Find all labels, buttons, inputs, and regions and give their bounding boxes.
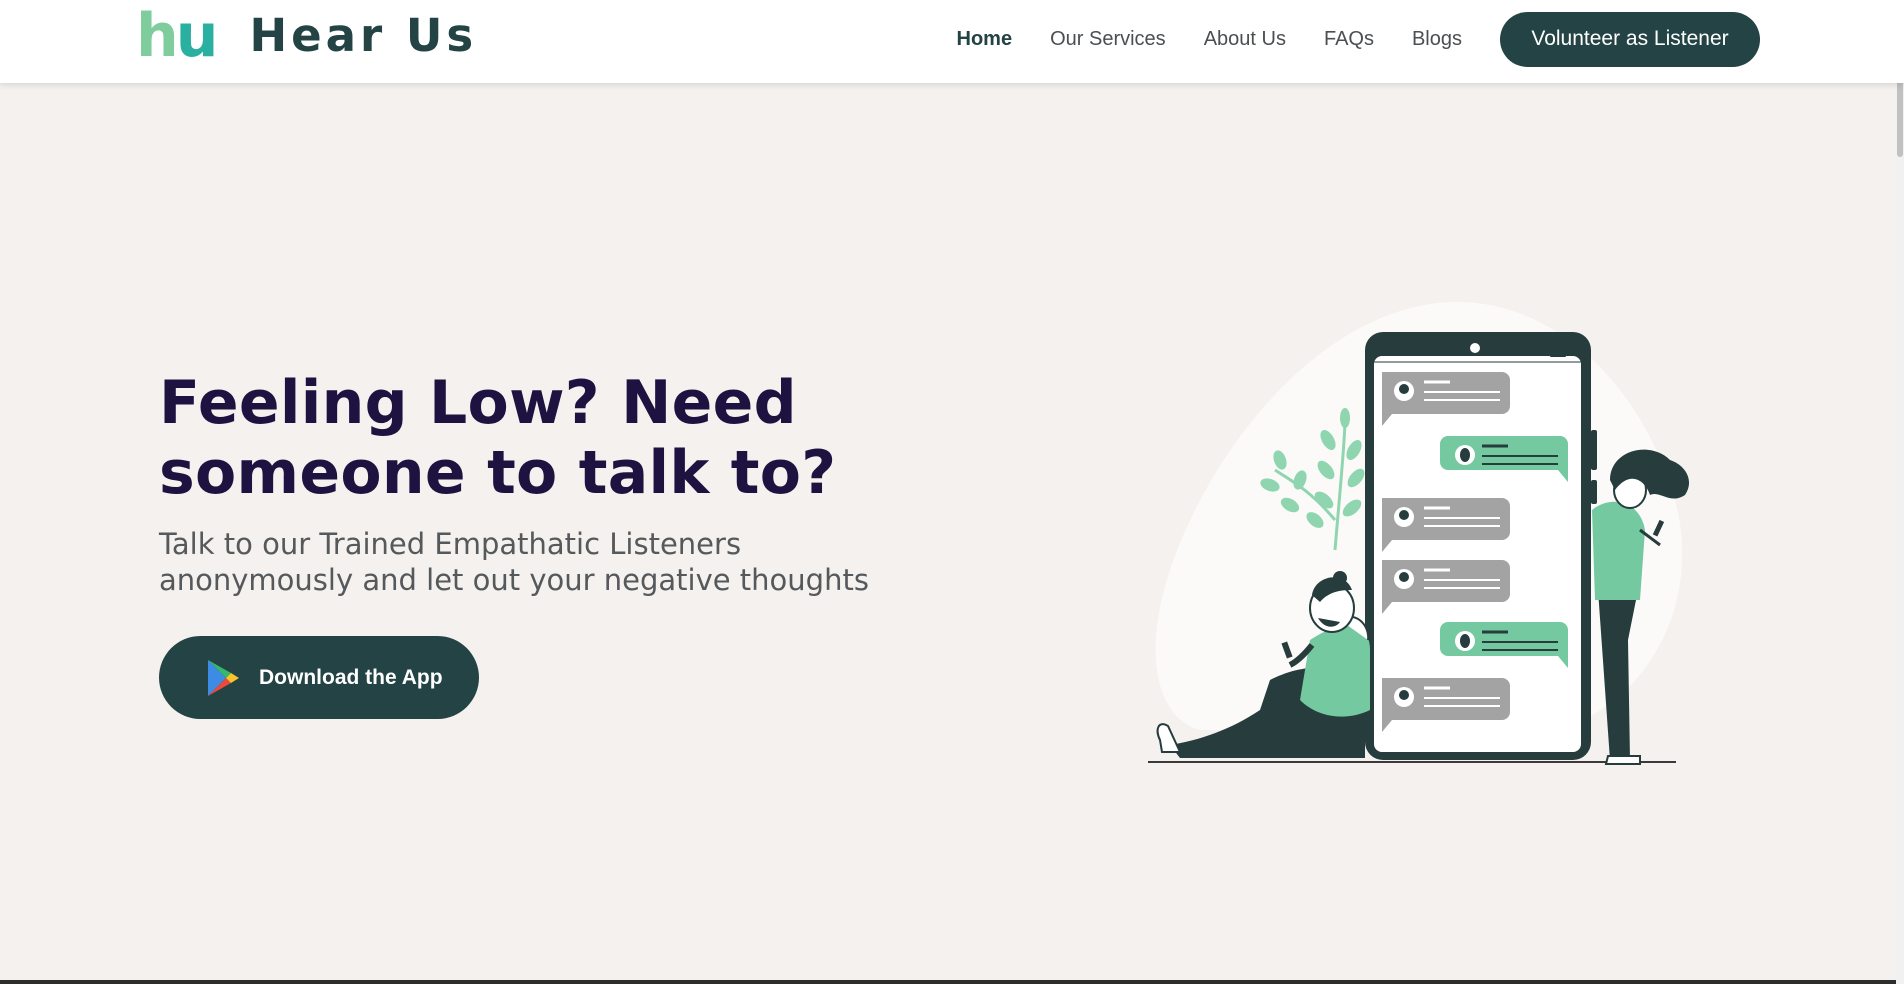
brand-name: Hear Us <box>249 9 478 62</box>
logo-letter-u: u <box>175 1 219 71</box>
download-app-button[interactable]: Download the App <box>159 636 479 719</box>
logo-mark: hu <box>136 6 218 66</box>
nav-item-about-us[interactable]: About Us <box>1204 28 1286 51</box>
logo-letter-h: h <box>136 1 179 71</box>
download-app-label: Download the App <box>259 665 443 689</box>
section-divider <box>0 980 1896 984</box>
hero-title: Feeling Low? Need someone to talk to? <box>159 368 859 508</box>
hero-subtitle-line-1: Talk to our Trained Empathatic Listeners <box>159 527 742 561</box>
nav-item-our-services[interactable]: Our Services <box>1050 28 1166 51</box>
top-navbar: hu Hear Us Home Our Services About Us FA… <box>0 0 1904 83</box>
google-play-icon <box>208 659 239 696</box>
nav-item-home[interactable]: Home <box>957 28 1013 51</box>
hero-subtitle: Talk to our Trained Empathatic Listeners… <box>159 526 919 598</box>
hero-title-line-2: someone to talk to? <box>159 438 837 508</box>
hero-subtitle-line-2: anonymously and let out your negative th… <box>159 563 869 597</box>
volunteer-as-listener-button[interactable]: Volunteer as Listener <box>1500 11 1760 67</box>
nav-item-faqs[interactable]: FAQs <box>1324 28 1374 51</box>
hero-title-line-1: Feeling Low? Need <box>159 368 797 438</box>
nav-item-blogs[interactable]: Blogs <box>1412 28 1462 51</box>
main-nav: Home Our Services About Us FAQs Blogs Vo… <box>957 0 1760 78</box>
brand-logo[interactable]: hu Hear Us <box>136 6 477 66</box>
people-chatting-on-phone-illustration <box>1148 301 1690 765</box>
page-scrollbar[interactable] <box>1896 0 1904 984</box>
